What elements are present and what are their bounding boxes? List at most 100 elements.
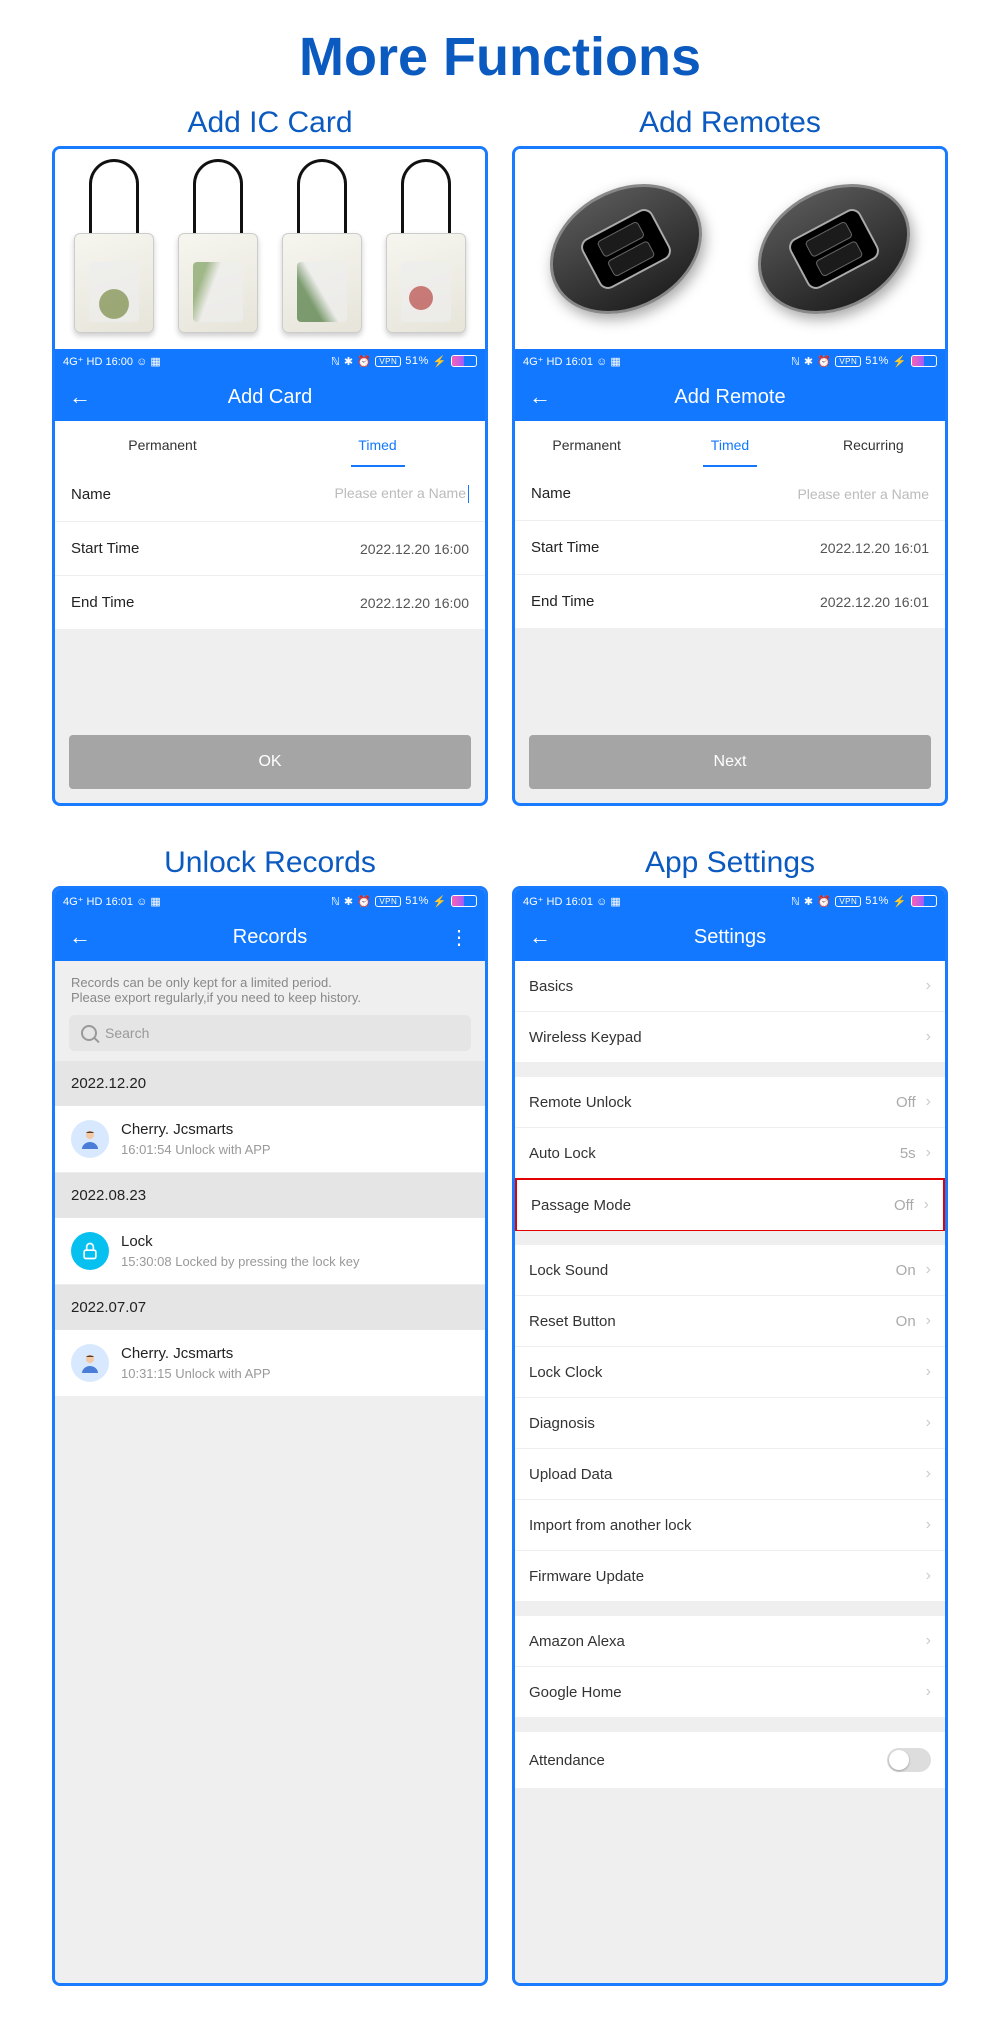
row-end-time[interactable]: End Time 2022.12.20 16:00 <box>55 576 485 630</box>
section-title-add-card: Add IC Card <box>52 106 488 140</box>
settings-row-passage-mode[interactable]: Passage ModeOff› <box>515 1178 945 1232</box>
settings-label: Lock Clock <box>529 1364 602 1381</box>
settings-row-remote-unlock[interactable]: Remote UnlockOff› <box>515 1077 945 1128</box>
row-end-time[interactable]: End Time 2022.12.20 16:01 <box>515 575 945 629</box>
status-icons: ℕ ✱ ⏰ <box>331 355 371 368</box>
status-time: 16:01 <box>106 896 134 908</box>
settings-label: Passage Mode <box>531 1197 631 1214</box>
settings-label: Attendance <box>529 1752 605 1769</box>
end-label: End Time <box>531 593 594 610</box>
settings-row-reset-button[interactable]: Reset Button On › <box>515 1296 945 1347</box>
status-bar: 4G⁺ HD 16:01 ☺ ▦ ℕ ✱ ⏰VPN51%⚡ <box>515 349 945 373</box>
tab-permanent[interactable]: Permanent <box>55 421 270 467</box>
back-icon[interactable]: ← <box>69 386 91 408</box>
start-label: Start Time <box>531 539 599 556</box>
settings-row-attendance[interactable]: Attendance <box>515 1732 945 1789</box>
settings-row-lock-sound[interactable]: Lock SoundOn› <box>515 1245 945 1296</box>
settings-row-auto-lock[interactable]: Auto Lock5s› <box>515 1128 945 1179</box>
ok-button[interactable]: OK <box>69 735 471 789</box>
settings-row-firmware-update[interactable]: Firmware Update› <box>515 1551 945 1602</box>
remote-fob-2 <box>735 158 933 339</box>
tab-recurring[interactable]: Recurring <box>802 421 945 467</box>
screen-title: Settings <box>694 926 766 949</box>
settings-row-wireless-keypad[interactable]: Wireless Keypad› <box>515 1012 945 1063</box>
section-title-settings: App Settings <box>512 846 948 880</box>
settings-label: Reset Button <box>529 1313 616 1330</box>
settings-row-lock-clock[interactable]: Lock Clock› <box>515 1347 945 1398</box>
notice-line2: Please export regularly,if you need to k… <box>71 990 469 1005</box>
settings-value: On <box>896 1313 916 1330</box>
back-icon[interactable]: ← <box>69 926 91 948</box>
start-value: 2022.12.20 16:01 <box>820 540 929 556</box>
settings-row-google-home[interactable]: Google Home› <box>515 1667 945 1718</box>
records-notice: Records can be only kept for a limited p… <box>55 961 485 1015</box>
lock-icon <box>71 1232 109 1270</box>
status-bar: 4G⁺ HD 16:00 ☺ ▦ ℕ ✱ ⏰VPN51%⚡ <box>55 349 485 373</box>
settings-list: Basics›Wireless Keypad›Remote UnlockOff›… <box>515 961 945 1983</box>
records-list: 2022.12.20Cherry. Jcsmarts16:01:54 Unloc… <box>55 1061 485 1397</box>
records-date-header: 2022.07.07 <box>55 1285 485 1330</box>
search-input[interactable]: Search <box>69 1015 471 1051</box>
more-icon[interactable]: ⋮ <box>449 925 469 950</box>
record-item[interactable]: Lock15:30:08 Locked by pressing the lock… <box>55 1218 485 1285</box>
row-name[interactable]: Name Please enter a Name <box>55 467 485 522</box>
chevron-right-icon: › <box>926 1093 931 1111</box>
status-batt-pct: 51% <box>865 355 889 367</box>
screen-title: Add Remote <box>674 386 785 409</box>
vpn-badge: VPN <box>375 896 401 907</box>
end-label: End Time <box>71 594 134 611</box>
back-icon[interactable]: ← <box>529 386 551 408</box>
record-item[interactable]: Cherry. Jcsmarts16:01:54 Unlock with APP <box>55 1106 485 1173</box>
settings-value: Off <box>894 1197 914 1214</box>
settings-label: Remote Unlock <box>529 1094 632 1111</box>
remote-fob-1 <box>527 158 725 339</box>
status-network: 4G⁺ HD <box>63 356 102 368</box>
status-time: 16:01 <box>566 896 594 908</box>
settings-row-diagnosis[interactable]: Diagnosis › <box>515 1398 945 1449</box>
back-icon[interactable]: ← <box>529 926 551 948</box>
chevron-right-icon: › <box>926 1261 931 1279</box>
ic-card-3 <box>282 159 362 339</box>
section-title-add-remote: Add Remotes <box>512 106 948 140</box>
chevron-right-icon: › <box>926 977 931 995</box>
record-item[interactable]: Cherry. Jcsmarts10:31:15 Unlock with APP <box>55 1330 485 1397</box>
ic-card-4 <box>386 159 466 339</box>
records-date-header: 2022.08.23 <box>55 1173 485 1218</box>
next-button[interactable]: Next <box>529 735 931 789</box>
settings-label: Upload Data <box>529 1466 612 1483</box>
settings-row-amazon-alexa[interactable]: Amazon Alexa› <box>515 1616 945 1667</box>
record-subtitle: 15:30:08 Locked by pressing the lock key <box>121 1254 359 1269</box>
section-title-records: Unlock Records <box>52 846 488 880</box>
tab-timed[interactable]: Timed <box>270 421 485 467</box>
record-title: Cherry. Jcsmarts <box>121 1121 271 1138</box>
end-value: 2022.12.20 16:00 <box>360 595 469 611</box>
end-value: 2022.12.20 16:01 <box>820 594 929 610</box>
chevron-right-icon: › <box>926 1312 931 1330</box>
settings-row-upload-data[interactable]: Upload Data› <box>515 1449 945 1500</box>
toggle-switch[interactable] <box>887 1748 931 1772</box>
tab-timed[interactable]: Timed <box>658 421 801 467</box>
chevron-right-icon: › <box>926 1144 931 1162</box>
chevron-right-icon: › <box>926 1414 931 1432</box>
record-title: Cherry. Jcsmarts <box>121 1345 271 1362</box>
settings-row-basics[interactable]: Basics› <box>515 961 945 1012</box>
settings-label: Diagnosis <box>529 1415 595 1432</box>
row-start-time[interactable]: Start Time 2022.12.20 16:00 <box>55 522 485 576</box>
search-placeholder: Search <box>105 1025 149 1041</box>
settings-label: Amazon Alexa <box>529 1633 625 1650</box>
text-cursor <box>468 485 469 503</box>
chevron-right-icon: › <box>926 1567 931 1585</box>
tab-permanent[interactable]: Permanent <box>515 421 658 467</box>
screen-title: Records <box>233 926 307 949</box>
vpn-badge: VPN <box>835 896 861 907</box>
status-network: 4G⁺ HD <box>63 896 102 908</box>
ic-card-1 <box>74 159 154 339</box>
status-batt-pct: 51% <box>405 355 429 367</box>
start-value: 2022.12.20 16:00 <box>360 541 469 557</box>
row-name[interactable]: Name Please enter a Name <box>515 467 945 521</box>
title-bar-records: ← Records ⋮ <box>55 913 485 961</box>
status-batt-pct: 51% <box>865 895 889 907</box>
row-start-time[interactable]: Start Time 2022.12.20 16:01 <box>515 521 945 575</box>
phone-settings: 4G⁺ HD 16:01 ☺ ▦ ℕ ✱ ⏰VPN51%⚡ ← Settings… <box>512 886 948 1986</box>
settings-row-import-from-another-lock[interactable]: Import from another lock› <box>515 1500 945 1551</box>
